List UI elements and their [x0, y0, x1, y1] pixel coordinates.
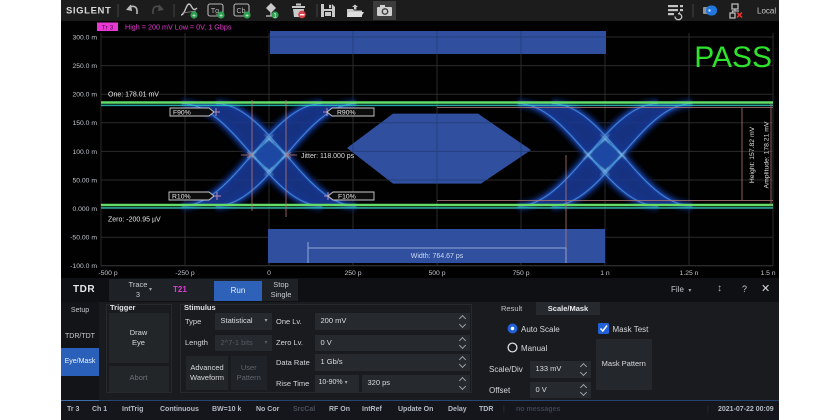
svg-text:-500 p: -500 p: [98, 270, 117, 277]
svg-text:Jitter: 118.000 ps: Jitter: 118.000 ps: [301, 153, 355, 160]
svg-text:Tr 3: Tr 3: [102, 24, 114, 31]
svg-text:0.000 m: 0.000 m: [72, 206, 97, 213]
svg-text:0: 0: [267, 270, 271, 277]
svg-text:1 n: 1 n: [600, 270, 610, 277]
svg-text:100.0 m: 100.0 m: [72, 149, 97, 156]
svg-text:Amplitude: 178.21 mV: Amplitude: 178.21 mV: [764, 121, 771, 188]
svg-text:50.00 m: 50.00 m: [72, 177, 97, 184]
svg-text:PASS: PASS: [694, 41, 772, 74]
svg-text:High = 200 mV Low = 0V, 1 Gb: High = 200 mV Low = 0V, 1 Gbps: [125, 23, 232, 32]
svg-text:250 p: 250 p: [344, 270, 361, 277]
svg-text:500 p: 500 p: [428, 270, 445, 277]
svg-text:F10%: F10%: [338, 193, 356, 200]
svg-text:-50.00 m: -50.00 m: [70, 235, 97, 242]
svg-text:+: +: [219, 12, 223, 19]
svg-text:1: 1: [273, 12, 277, 19]
svg-text:-250 p: -250 p: [175, 270, 194, 277]
svg-text:1.25 n: 1.25 n: [680, 270, 699, 277]
svg-text:F90%: F90%: [173, 109, 191, 116]
svg-text:750 p: 750 p: [512, 270, 529, 277]
svg-text:250.0 m: 250.0 m: [72, 63, 97, 70]
svg-text:Width: 764.67 ps: Width: 764.67 ps: [411, 253, 464, 260]
svg-text:200.0 m: 200.0 m: [72, 92, 97, 99]
svg-text:+: +: [192, 12, 196, 19]
svg-text:1.5 n: 1.5 n: [760, 270, 775, 277]
svg-text:Zero: -200.95 µV: Zero: -200.95 µV: [108, 217, 161, 224]
svg-text:R10%: R10%: [172, 193, 191, 200]
svg-text:One: 178.01 mV: One: 178.01 mV: [108, 92, 159, 99]
svg-text:Height: 157.82 mV: Height: 157.82 mV: [749, 126, 756, 183]
svg-text:150.0 m: 150.0 m: [72, 120, 97, 127]
svg-text:SIGLENT: SIGLENT: [66, 6, 111, 17]
svg-text:-100.0 m: -100.0 m: [70, 263, 97, 270]
svg-text:+: +: [245, 12, 249, 19]
svg-text:R90%: R90%: [337, 109, 356, 116]
svg-text:300.0 m: 300.0 m: [72, 34, 97, 41]
svg-text:Local: Local: [757, 7, 776, 16]
